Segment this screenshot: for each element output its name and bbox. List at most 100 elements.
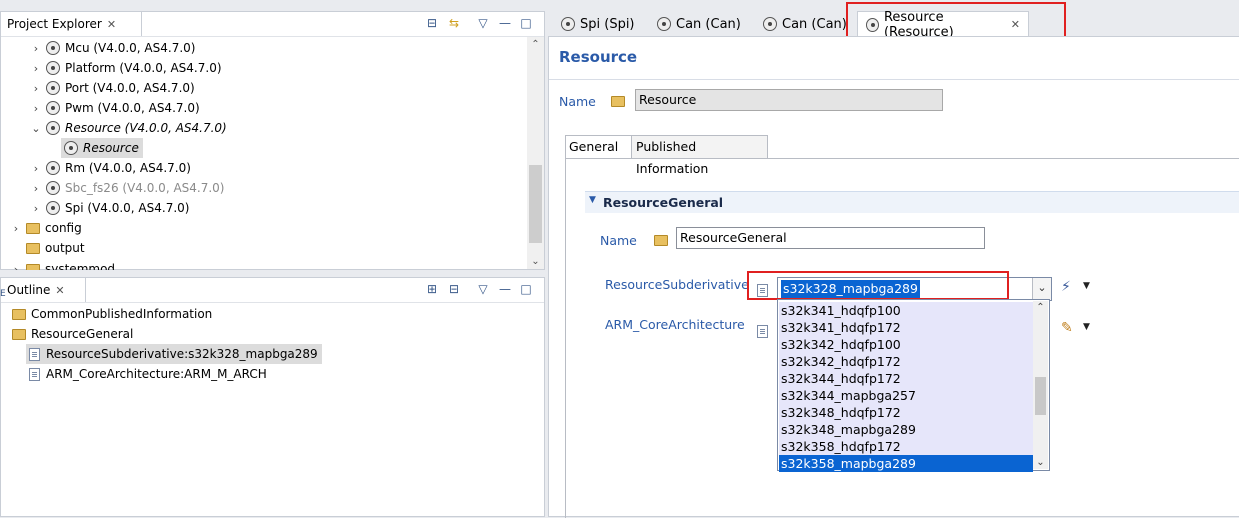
subderivative-dropdown-list[interactable]: s32k341_hdqfp100 s32k341_hdqfp172 s32k34…	[777, 299, 1050, 472]
chevron-right-icon[interactable]: ›	[29, 102, 43, 115]
subtab-published-information[interactable]: Published Information	[631, 135, 768, 176]
chevron-right-icon[interactable]: ›	[29, 62, 43, 75]
scroll-up-icon[interactable]: ⌃	[527, 39, 544, 50]
module-icon	[46, 181, 60, 195]
editor-tab-label: Spi (Spi)	[580, 16, 635, 32]
dropdown-option[interactable]: s32k341_hdqfp100	[779, 302, 1033, 319]
chevron-down-icon[interactable]: ▼	[1083, 281, 1090, 291]
dropdown-option[interactable]: s32k344_mapbga257	[779, 387, 1033, 404]
dropdown-option-selected[interactable]: s32k358_mapbga289	[779, 455, 1033, 472]
calculate-icon[interactable]: ⚡	[1061, 279, 1071, 295]
module-icon	[46, 61, 60, 75]
view-menu-icon[interactable]: ▽	[476, 16, 490, 30]
tree-item-label: Port (V4.0.0, AS4.7.0)	[65, 81, 195, 95]
outline-panel: Outline ✕ ⊞ ⊟ ▽ — □ CommonPublishedInfor…	[0, 277, 545, 517]
subtab-general[interactable]: General	[565, 135, 635, 159]
tree-item-output[interactable]: output	[23, 238, 85, 258]
dropdown-button[interactable]: ⌄	[1032, 278, 1051, 300]
chevron-down-icon[interactable]: ▼	[1083, 322, 1090, 332]
editor-tab-spi[interactable]: Spi (Spi)	[553, 11, 643, 37]
tree-item-config[interactable]: › config	[9, 218, 82, 238]
tree-item-sbc-fs26[interactable]: › Sbc_fs26 (V4.0.0, AS4.7.0)	[29, 178, 225, 198]
close-icon[interactable]: ✕	[107, 18, 116, 31]
dropdown-option[interactable]: s32k341_hdqfp172	[779, 319, 1033, 336]
section-name-label: Name	[600, 233, 637, 248]
outline-item-common-published[interactable]: CommonPublishedInformation	[9, 304, 212, 324]
section-header[interactable]: ▼ ResourceGeneral	[585, 191, 1239, 213]
project-explorer-label: Project Explorer	[7, 17, 102, 31]
outline-item-label: ResourceGeneral	[31, 327, 134, 341]
tree-item-label: Mcu (V4.0.0, AS4.7.0)	[65, 41, 196, 55]
chevron-right-icon[interactable]: ›	[9, 263, 23, 271]
collapse-all-icon[interactable]: ⊟	[425, 16, 439, 30]
tree-item-label: Pwm (V4.0.0, AS4.7.0)	[65, 101, 200, 115]
chevron-right-icon[interactable]: ›	[29, 202, 43, 215]
module-icon	[64, 141, 78, 155]
chevron-right-icon[interactable]: ›	[29, 162, 43, 175]
chevron-right-icon[interactable]: ›	[29, 42, 43, 55]
chevron-right-icon[interactable]: ›	[29, 82, 43, 95]
chevron-down-icon[interactable]: ⌄	[29, 122, 43, 135]
name-field[interactable]: Resource	[635, 89, 943, 111]
minimize-icon[interactable]: —	[498, 16, 512, 30]
folder-icon	[26, 242, 40, 254]
scroll-up-icon[interactable]: ⌃	[1033, 302, 1048, 313]
name-label: Name	[559, 94, 596, 109]
subderivative-label: ResourceSubderivative	[605, 277, 749, 292]
dropdown-scrollbar[interactable]: ⌃ ⌄	[1033, 301, 1048, 469]
collapse-all-icon[interactable]: ⊟	[447, 282, 461, 296]
vertical-scrollbar[interactable]: ⌃ ⌄	[527, 37, 544, 269]
editor-tab-can-1[interactable]: Can (Can)	[649, 11, 749, 37]
tab-project-explorer[interactable]: Project Explorer ✕	[1, 12, 142, 36]
minimize-icon[interactable]: —	[498, 282, 512, 296]
scrollbar-thumb[interactable]	[529, 165, 542, 243]
maximize-icon[interactable]: □	[519, 282, 533, 296]
outline-item-resource-general[interactable]: ResourceGeneral	[9, 324, 133, 344]
highlight-box-combo	[747, 271, 1009, 300]
tree-item-mcu[interactable]: › Mcu (V4.0.0, AS4.7.0)	[29, 38, 195, 58]
scroll-down-icon[interactable]: ⌄	[1033, 457, 1048, 468]
expand-all-icon[interactable]: ⊞	[425, 282, 439, 296]
editor-tab-label: Can (Can)	[676, 16, 741, 32]
tree-item-spi[interactable]: › Spi (V4.0.0, AS4.7.0)	[29, 198, 189, 218]
editor-tab-can-2[interactable]: Can (Can)	[755, 11, 855, 37]
edit-pencil-icon[interactable]: ✎	[1061, 320, 1073, 336]
scrollbar-thumb[interactable]	[1035, 377, 1046, 415]
folder-icon	[654, 235, 668, 246]
module-icon	[46, 161, 60, 175]
link-with-editor-icon[interactable]: ⇆	[447, 16, 461, 30]
view-menu-icon[interactable]: ▽	[476, 282, 490, 296]
tree-item-pwm[interactable]: › Pwm (V4.0.0, AS4.7.0)	[29, 98, 200, 118]
tree-item-resource-config[interactable]: Resource	[61, 138, 143, 158]
tree-item-label: Platform (V4.0.0, AS4.7.0)	[65, 61, 222, 75]
dropdown-option[interactable]: s32k342_hdqfp172	[779, 353, 1033, 370]
outline-item-resource-subderivative[interactable]: ResourceSubderivative:s32k328_mapbga289	[26, 344, 322, 364]
close-icon[interactable]: ✕	[55, 284, 64, 297]
dropdown-option[interactable]: s32k348_hdqfp172	[779, 404, 1033, 421]
chevron-right-icon[interactable]: ›	[9, 222, 23, 235]
section-name-field[interactable]: ResourceGeneral	[676, 227, 985, 249]
document-icon	[29, 367, 40, 381]
outline-item-arm-core-architecture[interactable]: ARM_CoreArchitecture:ARM_M_ARCH	[26, 364, 267, 384]
chevron-right-icon[interactable]: ›	[29, 182, 43, 195]
tree-item-label: output	[45, 241, 85, 255]
dropdown-option[interactable]: s32k348_mapbga289	[779, 421, 1033, 438]
folder-icon	[26, 222, 40, 234]
tree-item-rm[interactable]: › Rm (V4.0.0, AS4.7.0)	[29, 158, 191, 178]
scroll-down-icon[interactable]: ⌄	[527, 256, 544, 267]
maximize-icon[interactable]: □	[519, 16, 533, 30]
module-icon	[46, 101, 60, 115]
dropdown-option[interactable]: s32k342_hdqfp100	[779, 336, 1033, 353]
module-icon	[46, 41, 60, 55]
folder-icon	[611, 96, 625, 107]
outline-label: Outline	[7, 283, 51, 297]
expand-section-icon[interactable]: ▼	[589, 195, 596, 205]
dropdown-option[interactable]: s32k358_hdqfp172	[779, 438, 1033, 455]
tree-item-systemmod[interactable]: › systemmod	[9, 259, 115, 270]
tree-item-resource-module[interactable]: ⌄ Resource (V4.0.0, AS4.7.0)	[29, 118, 227, 138]
dropdown-option[interactable]: s32k344_hdqfp172	[779, 370, 1033, 387]
outline-item-label: ARM_CoreArchitecture:ARM_M_ARCH	[46, 367, 267, 381]
tab-outline[interactable]: Outline ✕	[1, 278, 86, 302]
tree-item-platform[interactable]: › Platform (V4.0.0, AS4.7.0)	[29, 58, 222, 78]
tree-item-port[interactable]: › Port (V4.0.0, AS4.7.0)	[29, 78, 195, 98]
